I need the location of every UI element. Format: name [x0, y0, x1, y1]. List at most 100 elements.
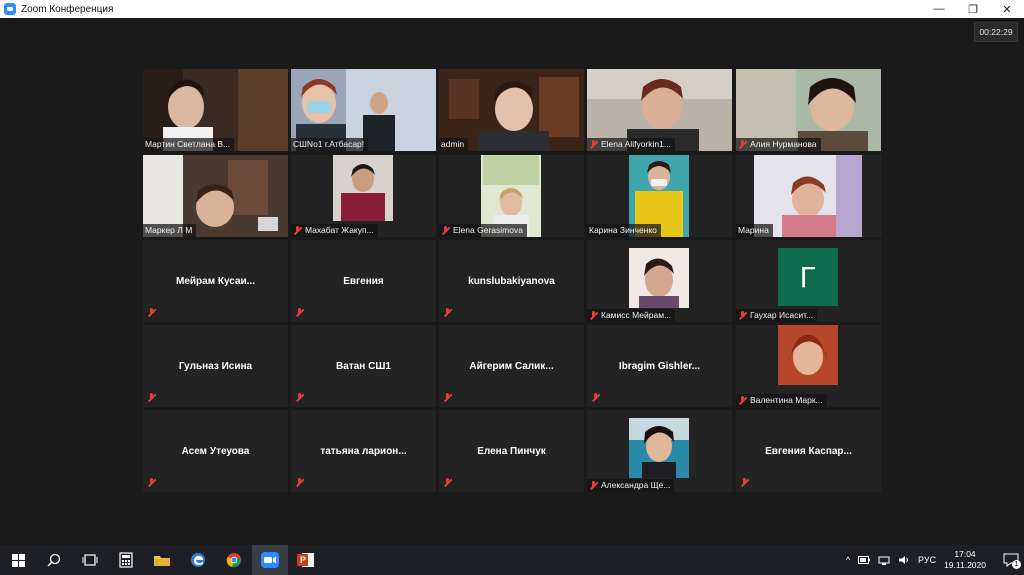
muted-mic-icon [738, 140, 747, 149]
restore-button[interactable]: ❐ [956, 0, 990, 18]
participant-name-centered: kunslubakiyanova [468, 275, 555, 287]
participant-tile-r4c1[interactable]: Гульназ Исина [143, 325, 288, 407]
calculator-app[interactable] [108, 545, 144, 575]
meeting-gallery: 00:22:29 Мартин Светлана В... СШNo1 г.Ат… [0, 18, 1024, 545]
participant-tile-r3c5[interactable]: Г Гаухар Исасит... [736, 240, 881, 322]
participant-name: Мартин Светлана В... [143, 138, 235, 151]
participant-tile-r2c3[interactable]: Elena Gerasimova [439, 155, 584, 237]
file-explorer-app[interactable] [144, 545, 180, 575]
participant-tile-r1c4[interactable]: Elena Alifyorkin1... [587, 69, 732, 151]
muted-mic-icon [591, 393, 600, 402]
task-view-icon [82, 554, 98, 566]
participant-tile-r5c5[interactable]: Евгения Каспар... [736, 410, 881, 492]
participant-tile-r1c3[interactable]: admin [439, 69, 584, 151]
minimize-button[interactable]: — [922, 0, 956, 18]
start-button[interactable] [0, 545, 36, 575]
search-icon [47, 553, 61, 567]
search-button[interactable] [36, 545, 72, 575]
participant-tile-r1c1[interactable]: Мартин Светлана В... [143, 69, 288, 151]
chrome-icon [226, 553, 241, 568]
participant-name-centered: Асем Утеуова [181, 445, 250, 457]
zoom-icon [261, 552, 279, 568]
muted-mic-icon [589, 481, 598, 490]
meeting-timer: 00:22:29 [974, 22, 1018, 42]
taskbar-clock[interactable]: 17:04 19.11.2020 [944, 549, 986, 571]
muted-mic-icon [293, 226, 302, 235]
calculator-icon [119, 552, 133, 568]
participant-name: Валентина Марк... [736, 394, 827, 407]
muted-mic-icon [295, 393, 304, 402]
participant-name: Маркер Л М [143, 224, 197, 237]
participant-tile-r2c5[interactable]: Марина [736, 155, 881, 237]
muted-mic-icon [443, 308, 452, 317]
participant-tile-r5c2[interactable]: татьяна ларион... [291, 410, 436, 492]
muted-mic-icon [740, 478, 749, 487]
edge-browser-app[interactable] [180, 545, 216, 575]
network-icon[interactable] [878, 555, 890, 565]
participant-name: Карина Зинченко [587, 224, 661, 237]
window-controls: — ❐ ✕ [922, 0, 1024, 18]
participant-tile-r4c4[interactable]: Ibragim Gishler... [587, 325, 732, 407]
participant-name-centered: татьяна ларион... [320, 445, 407, 457]
participant-tile-r1c2[interactable]: СШNo1 г.Атбасар! [291, 69, 436, 151]
participant-name-centered: Ibragim Gishler... [618, 360, 701, 372]
muted-mic-icon [738, 311, 747, 320]
show-hidden-icons-button[interactable]: ^ [846, 555, 850, 565]
participant-tile-r5c4[interactable]: Александра Ще... [587, 410, 732, 492]
muted-mic-icon [295, 308, 304, 317]
svg-text:P: P [300, 555, 306, 565]
window-title: Zoom Конференция [21, 3, 114, 15]
participant-tile-r2c4-active[interactable]: Карина Зинченко [587, 155, 732, 237]
participant-tile-r3c1[interactable]: Мейрам Кусаи... [143, 240, 288, 322]
muted-mic-icon [295, 478, 304, 487]
participant-tile-r4c3[interactable]: Айгерим Салик... [439, 325, 584, 407]
participant-tile-r4c2[interactable]: Ватан СШ1 [291, 325, 436, 407]
participant-tile-r4c5[interactable]: Валентина Марк... [736, 325, 881, 407]
clock-date: 19.11.2020 [944, 560, 986, 570]
folder-icon [154, 556, 170, 566]
battery-icon[interactable] [858, 555, 871, 565]
muted-mic-icon [589, 140, 598, 149]
participant-name-centered: Ватан СШ1 [336, 360, 391, 372]
action-center-button[interactable]: 1 [998, 545, 1024, 575]
participant-name: Elena Gerasimova [439, 224, 527, 237]
participant-tile-r3c4[interactable]: Камисс Мейрам... [587, 240, 732, 322]
powerpoint-app[interactable]: P [288, 545, 324, 575]
participant-name: Марина [736, 224, 773, 237]
zoom-app[interactable] [252, 545, 288, 575]
window-titlebar: Zoom Конференция — ❐ ✕ [0, 0, 1024, 18]
participant-name-centered: Айгерим Салик... [469, 360, 554, 372]
zoom-app-icon [4, 3, 16, 15]
participant-tile-r2c2[interactable]: Махабат Жакуп... [291, 155, 436, 237]
muted-mic-icon [443, 478, 452, 487]
participant-name: Махабат Жакуп... [291, 224, 378, 237]
participant-tile-r3c3[interactable]: kunslubakiyanova [439, 240, 584, 322]
participant-avatar: Г [778, 248, 838, 306]
muted-mic-icon [443, 393, 452, 402]
input-language[interactable]: РУС [918, 555, 936, 565]
participant-tile-r1c5[interactable]: Алия Нурманова [736, 69, 881, 151]
muted-mic-icon [441, 226, 450, 235]
participant-name: admin [439, 138, 469, 151]
participant-tile-r5c3[interactable]: Елена Пинчук [439, 410, 584, 492]
participant-name: Гаухар Исасит... [736, 309, 818, 322]
participant-name: СШNo1 г.Атбасар! [291, 138, 369, 151]
muted-mic-icon [147, 478, 156, 487]
participant-tile-r5c1[interactable]: Асем Утеуова [143, 410, 288, 492]
volume-icon[interactable] [898, 555, 910, 565]
close-button[interactable]: ✕ [990, 0, 1024, 18]
notification-count-badge: 1 [1012, 560, 1021, 569]
participant-name: Elena Alifyorkin1... [587, 138, 675, 151]
participant-name-centered: Елена Пинчук [477, 445, 546, 457]
participant-name-centered: Евгения [343, 275, 384, 287]
participant-name: Камисс Мейрам... [587, 309, 676, 322]
windows-logo-icon [11, 553, 25, 567]
task-view-button[interactable] [72, 545, 108, 575]
chrome-browser-app[interactable] [216, 545, 252, 575]
participant-name-centered: Гульназ Исина [178, 360, 253, 372]
participant-tile-r2c1[interactable]: Маркер Л М [143, 155, 288, 237]
participant-tile-r3c2[interactable]: Евгения [291, 240, 436, 322]
edge-icon [191, 553, 205, 567]
muted-mic-icon [589, 311, 598, 320]
powerpoint-icon: P [297, 553, 314, 567]
